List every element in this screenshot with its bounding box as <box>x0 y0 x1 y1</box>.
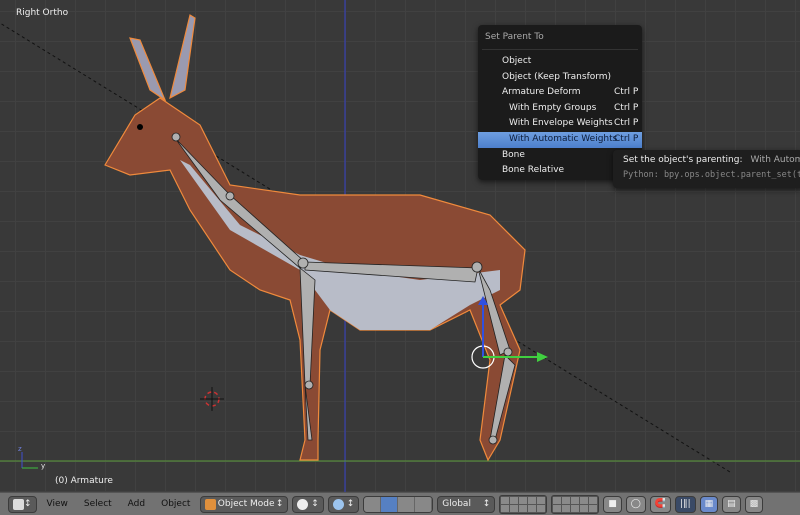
menu-object[interactable]: Object <box>155 499 196 509</box>
menu-item-envelope-weights[interactable]: With Envelope Weights Ctrl P <box>478 116 642 132</box>
layers-grid-2[interactable] <box>551 494 600 514</box>
shading-select[interactable]: ↕ <box>292 495 324 513</box>
menu-item-automatic-weights[interactable]: With Automatic Weights Ctrl P <box>478 131 642 148</box>
tooltip: Set the object's parenting: With Automati… <box>613 150 800 188</box>
lock-layers-icon[interactable]: ■ <box>603 495 622 513</box>
menu-item-object-keep-transform[interactable]: Object (Keep Transform) <box>478 70 642 86</box>
layers-grid-1[interactable] <box>499 494 548 514</box>
3d-viewport[interactable]: Right Ortho z y (0) Armature <box>0 0 800 492</box>
deer-eye <box>137 124 143 130</box>
view-label: Right Ortho <box>16 8 69 18</box>
proportional-edit-icon[interactable]: ◯ <box>625 495 646 513</box>
y-axis-label: y <box>41 462 46 470</box>
deer-mesh[interactable] <box>104 14 526 462</box>
menu-item-armature-deform[interactable]: Armature Deform Ctrl P <box>478 85 642 101</box>
tooltip-value: With Automatic Weights <box>750 155 800 165</box>
menu-item-object[interactable]: Object <box>478 54 642 70</box>
editor-type-button[interactable]: ↕ <box>8 495 37 513</box>
manipulator-toggle-icon[interactable] <box>364 496 382 512</box>
snap-icon[interactable]: 🧲 <box>649 495 672 513</box>
viewport-header: ↕ View Select Add Object Object Mode ↕ ↕ … <box>0 492 800 515</box>
render-animation-icon[interactable]: ▩ <box>744 495 764 513</box>
render-opengl-icon[interactable]: ▤ <box>722 495 741 513</box>
menu-add[interactable]: Add <box>122 499 151 509</box>
manipulator-group <box>363 495 434 513</box>
z-axis-label: z <box>18 445 22 453</box>
3d-cursor-icon[interactable] <box>200 387 224 411</box>
tooltip-python: Python: bpy.ops.object.parent_set(type='… <box>623 170 800 180</box>
cube-icon <box>13 498 24 510</box>
snap-element-icon[interactable]: |‖| <box>675 495 696 513</box>
object-label: (0) Armature <box>55 476 113 486</box>
object-mode-icon <box>205 498 217 510</box>
menu-select[interactable]: Select <box>78 499 118 509</box>
solid-shading-icon <box>297 498 309 510</box>
menu-item-empty-groups[interactable]: With Empty Groups Ctrl P <box>478 101 642 117</box>
pivot-icon <box>332 498 344 510</box>
mode-select[interactable]: Object Mode ↕ <box>200 495 289 513</box>
menu-view[interactable]: View <box>41 499 74 509</box>
axis-gizmo-icon <box>21 452 38 469</box>
pivot-select[interactable]: ↕ <box>327 495 360 513</box>
translate-icon[interactable] <box>381 496 399 512</box>
scale-icon[interactable] <box>415 496 433 512</box>
scene <box>0 0 800 492</box>
tooltip-heading: Set the object's parenting: <box>623 155 743 165</box>
snap-target-icon[interactable]: ▦ <box>699 495 719 513</box>
orientation-select[interactable]: Global ↕ <box>437 495 496 513</box>
menu-title: Set Parent To <box>485 32 544 42</box>
rotate-icon[interactable] <box>398 496 416 512</box>
